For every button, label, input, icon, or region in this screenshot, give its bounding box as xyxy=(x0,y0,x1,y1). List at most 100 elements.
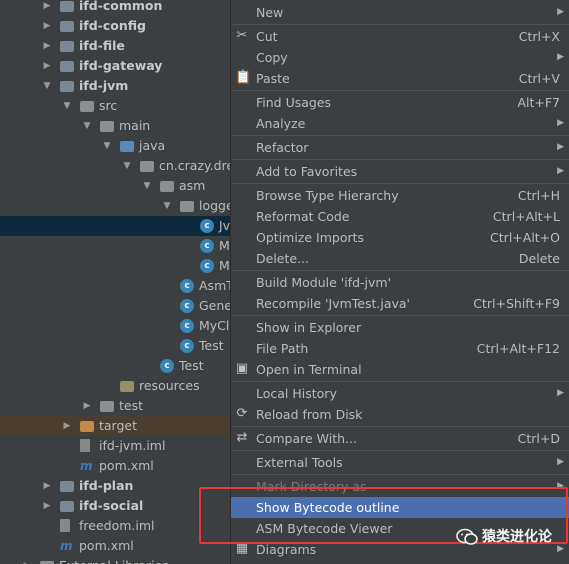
tree-item[interactable]: ▶ External Libraries xyxy=(0,556,232,564)
chevron-right-icon[interactable]: ▶ xyxy=(42,0,52,16)
chevron-right-icon[interactable]: ▶ xyxy=(22,556,32,564)
submenu-arrow-icon: ▶ xyxy=(557,457,564,467)
tree-item[interactable]: ▼ main xyxy=(0,116,232,136)
tree-item[interactable]: freedom.iml xyxy=(0,516,232,536)
chevron-down-icon[interactable]: ▼ xyxy=(62,96,72,116)
tree-item-label: pom.xml xyxy=(79,538,134,553)
menu-add-to-favorites[interactable]: Add to Favorites ▶ xyxy=(231,161,569,182)
tree-item[interactable]: ▶ target xyxy=(0,416,232,436)
chevron-down-icon[interactable]: ▼ xyxy=(142,176,152,196)
chevron-right-icon[interactable]: ▶ xyxy=(42,16,52,36)
menu-local-history[interactable]: Local History ▶ xyxy=(231,383,569,404)
tree-item[interactable]: c Test xyxy=(0,356,232,376)
tree-item[interactable]: ▶ ifd-gateway xyxy=(0,56,232,76)
tree-item[interactable]: cMyTime xyxy=(0,256,232,276)
tree-item-label: test xyxy=(119,398,144,413)
menu-new[interactable]: New ▶ xyxy=(231,2,569,23)
menu-external-tools[interactable]: External Tools ▶ xyxy=(231,452,569,473)
tree-item[interactable]: ▶ ifd-config xyxy=(0,16,232,36)
menu-reload-from-disk[interactable]: ⟳ Reload from Disk xyxy=(231,404,569,425)
menu-item-shortcut: Ctrl+V xyxy=(518,71,560,86)
tree-item-label: src xyxy=(99,98,118,113)
menu-copy[interactable]: Copy ▶ xyxy=(231,47,569,68)
folder-icon xyxy=(100,401,114,412)
tree-item[interactable]: c Generator xyxy=(0,296,232,316)
tree-item[interactable]: c AsmTest xyxy=(0,276,232,296)
tree-item[interactable]: resources xyxy=(0,376,232,396)
tree-item-label: cn.crazy.dreamer xyxy=(159,158,232,173)
tree-item[interactable]: ▼ cn.crazy.dreamer xyxy=(0,156,232,176)
tree-item[interactable]: c Test xyxy=(0,336,232,356)
folder-icon xyxy=(80,101,94,112)
tree-item[interactable]: m pom.xml xyxy=(0,536,232,556)
menu-compare-with[interactable]: ⇄ Compare With... Ctrl+D xyxy=(231,428,569,449)
tree-item[interactable]: cJvmTest xyxy=(0,216,232,236)
menu-item-label: Compare With... xyxy=(256,431,357,446)
menu-browse-type-hierarchy[interactable]: Browse Type Hierarchy Ctrl+H xyxy=(231,185,569,206)
menu-recompile[interactable]: Recompile 'JvmTest.java' Ctrl+Shift+F9 xyxy=(231,293,569,314)
menu-optimize-imports[interactable]: Optimize Imports Ctrl+Alt+O xyxy=(231,227,569,248)
chevron-down-icon[interactable]: ▼ xyxy=(82,116,92,136)
menu-refactor[interactable]: Refactor ▶ xyxy=(231,137,569,158)
tree-item-label: ifd-config xyxy=(79,18,146,33)
tree-item[interactable]: ifd-jvm.iml xyxy=(0,436,232,456)
menu-analyze[interactable]: Analyze ▶ xyxy=(231,113,569,134)
menu-separator xyxy=(232,426,569,427)
tree-item[interactable]: m pom.xml xyxy=(0,456,232,476)
chevron-down-icon[interactable]: ▼ xyxy=(122,156,132,176)
chevron-down-icon[interactable]: ▼ xyxy=(162,196,172,216)
tree-item[interactable]: ▶ ifd-social xyxy=(0,496,232,516)
chevron-right-icon[interactable]: ▶ xyxy=(42,56,52,76)
submenu-arrow-icon: ▶ xyxy=(557,166,564,176)
menu-delete[interactable]: Delete... Delete xyxy=(231,248,569,269)
menu-show-in-explorer[interactable]: Show in Explorer xyxy=(231,317,569,338)
tree-item[interactable]: ▼ java xyxy=(0,136,232,156)
java-class-icon: c xyxy=(200,239,214,253)
chevron-right-icon[interactable]: ▶ xyxy=(42,476,52,496)
tree-item[interactable]: ▶ ifd-file xyxy=(0,36,232,56)
java-class-icon: c xyxy=(200,219,214,233)
iml-file-icon xyxy=(80,439,90,452)
menu-file-path[interactable]: File Path Ctrl+Alt+F12 xyxy=(231,338,569,359)
menu-item-label: Optimize Imports xyxy=(256,230,365,245)
menu-paste[interactable]: 📋 Paste Ctrl+V xyxy=(231,68,569,89)
menu-reformat-code[interactable]: Reformat Code Ctrl+Alt+L xyxy=(231,206,569,227)
tree-item-label: MyClassVis xyxy=(199,318,232,333)
tree-item-label: Generator xyxy=(199,298,232,313)
reload-icon: ⟳ xyxy=(236,406,248,421)
chevron-down-icon[interactable]: ▼ xyxy=(42,76,52,96)
terminal-icon: ▣ xyxy=(235,361,249,376)
menu-item-shortcut: Ctrl+Alt+O xyxy=(490,230,560,245)
tree-item-label: ifd-common xyxy=(79,0,163,13)
tree-item[interactable]: ▼ src xyxy=(0,96,232,116)
chevron-right-icon[interactable]: ▶ xyxy=(82,396,92,416)
tree-item[interactable]: ▼ asm xyxy=(0,176,232,196)
folder-icon xyxy=(100,121,114,132)
tree-item[interactable]: ▼ logger xyxy=(0,196,232,216)
chevron-down-icon[interactable]: ▼ xyxy=(102,136,112,156)
tree-item-label: Test xyxy=(199,338,224,353)
menu-find-usages[interactable]: Find Usages Alt+F7 xyxy=(231,92,569,113)
tree-item[interactable]: cMyLogg xyxy=(0,236,232,256)
submenu-arrow-icon: ▶ xyxy=(557,52,564,62)
tree-item[interactable]: ▶ test xyxy=(0,396,232,416)
chevron-right-icon[interactable]: ▶ xyxy=(62,416,72,436)
folder-icon xyxy=(80,421,94,432)
chevron-right-icon[interactable]: ▶ xyxy=(42,496,52,516)
tree-item-label: target xyxy=(99,418,138,433)
iml-file-icon xyxy=(60,519,70,532)
tree-item[interactable]: ▶ ifd-plan xyxy=(0,476,232,496)
folder-icon xyxy=(60,61,74,72)
chevron-right-icon[interactable]: ▶ xyxy=(42,36,52,56)
tree-item[interactable]: c MyClassVis xyxy=(0,316,232,336)
menu-open-in-terminal[interactable]: ▣ Open in Terminal xyxy=(231,359,569,380)
menu-item-shortcut: Ctrl+H xyxy=(517,188,560,203)
menu-item-label: Analyze xyxy=(256,116,306,131)
menu-item-label: Local History xyxy=(256,386,337,401)
folder-icon xyxy=(60,481,74,492)
menu-cut[interactable]: ✂ Cut Ctrl+X xyxy=(231,26,569,47)
tree-item[interactable]: ▼ ifd-jvm xyxy=(0,76,232,96)
menu-build-module[interactable]: Build Module 'ifd-jvm' xyxy=(231,272,569,293)
tree-item[interactable]: ▶ ifd-common xyxy=(0,0,232,16)
context-menu: New ▶ ✂ Cut Ctrl+X Copy ▶ 📋 Paste Ctrl+V Find Usag… xyxy=(230,0,569,564)
